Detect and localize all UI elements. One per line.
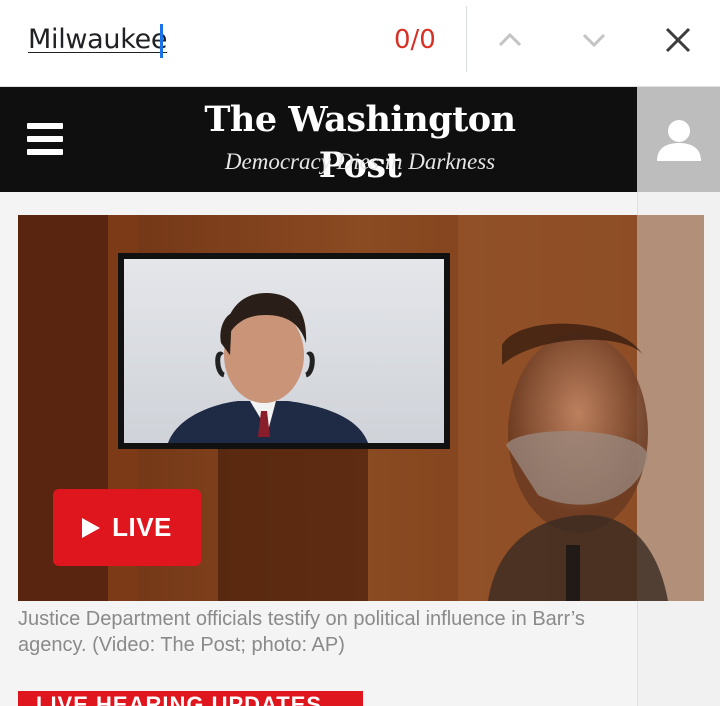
masthead-tagline: Democracy Dies in Darkness: [224, 149, 496, 174]
hamburger-menu-icon[interactable]: [27, 123, 63, 155]
chevron-up-icon: [498, 32, 522, 47]
find-divider: [466, 6, 467, 72]
user-icon: [656, 119, 701, 161]
play-icon: [82, 517, 101, 538]
account-button[interactable]: [637, 87, 720, 192]
live-label: LIVE: [112, 512, 172, 542]
site-header: The Washington Post Democracy Dies in Da…: [0, 87, 637, 192]
find-next-button[interactable]: [572, 18, 616, 62]
find-match-count: 0/0: [394, 25, 436, 55]
masthead-logo[interactable]: The Washington Post: [160, 97, 560, 189]
live-button[interactable]: LIVE: [53, 489, 201, 566]
text-cursor: [160, 24, 163, 58]
live-hearing-updates-banner[interactable]: LIVE HEARING UPDATES: [18, 691, 363, 706]
find-previous-button[interactable]: [488, 18, 532, 62]
chevron-down-icon: [582, 33, 606, 48]
browser-page: Milwaukee 0/0 The Washington Post Democr…: [0, 0, 720, 706]
find-close-button[interactable]: [656, 18, 700, 62]
find-query-input[interactable]: Milwaukee: [28, 24, 168, 56]
find-in-page-bar: Milwaukee 0/0: [0, 0, 720, 87]
video-caption: Justice Department officials testify on …: [18, 608, 585, 656]
close-icon: [665, 27, 691, 53]
